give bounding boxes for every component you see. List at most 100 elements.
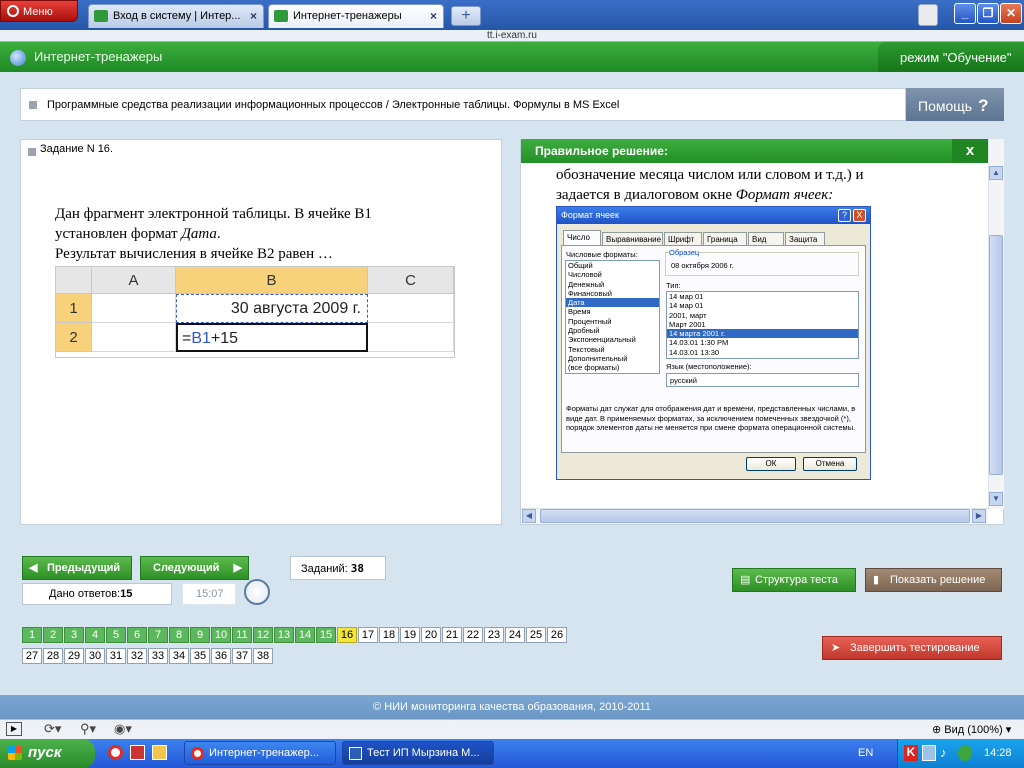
help-button[interactable]: Помощь? xyxy=(906,88,1004,121)
task-number-11[interactable]: 11 xyxy=(232,627,252,643)
cell-a2 xyxy=(92,323,176,352)
quicklaunch-clock-icon[interactable] xyxy=(152,745,167,760)
tab-login[interactable]: Вход в систему | Интер... × xyxy=(88,4,264,28)
test-structure-button[interactable]: ▤ Структура теста xyxy=(732,568,856,592)
task-number-25[interactable]: 25 xyxy=(526,627,546,643)
opera-menu-button[interactable]: Меню xyxy=(0,0,78,22)
task-number-9[interactable]: 9 xyxy=(190,627,210,643)
antivirus-icon[interactable]: K xyxy=(904,745,918,761)
type-item-selected: 14 марта 2001 г. xyxy=(667,329,858,339)
restore-button[interactable]: ❐ xyxy=(977,3,999,24)
tab-trainers[interactable]: Интернет-тренажеры × xyxy=(268,4,444,28)
dialog-cancel-button: Отмена xyxy=(803,457,857,471)
task-number-37[interactable]: 37 xyxy=(232,648,252,664)
scroll-down-arrow-icon[interactable]: ▼ xyxy=(989,492,1003,506)
taskbar-window-browser[interactable]: Интернет-тренажер... xyxy=(184,741,336,765)
task-number-17[interactable]: 17 xyxy=(358,627,378,643)
task-number-10[interactable]: 10 xyxy=(211,627,231,643)
dialog-close-icon: X xyxy=(853,209,866,222)
format-description: Форматы дат служат для отображения дат и… xyxy=(566,404,856,432)
task-number-15[interactable]: 15 xyxy=(316,627,336,643)
task-number-20[interactable]: 20 xyxy=(421,627,441,643)
task-number-18[interactable]: 18 xyxy=(379,627,399,643)
dialog-tab-number: Число xyxy=(563,230,601,246)
tab-close-icon[interactable]: × xyxy=(430,9,437,23)
dialog-tab-alignment: Выравнивание xyxy=(602,232,663,246)
scroll-left-arrow-icon[interactable]: ◀ xyxy=(522,509,536,523)
update-icon[interactable] xyxy=(958,745,972,761)
volume-icon[interactable]: ♪ xyxy=(940,745,954,761)
breadcrumb-text: Программные средства реализации информац… xyxy=(47,99,620,111)
task-number-38[interactable]: 38 xyxy=(253,648,273,664)
task-number-28[interactable]: 28 xyxy=(43,648,63,664)
trash-icon[interactable] xyxy=(918,4,938,26)
task-number-5[interactable]: 5 xyxy=(106,627,126,643)
globe-icon xyxy=(10,50,26,66)
task-number-33[interactable]: 33 xyxy=(148,648,168,664)
horizontal-scroll-thumb[interactable] xyxy=(540,509,970,523)
task-number-3[interactable]: 3 xyxy=(64,627,84,643)
sync-icon[interactable]: ⟳▾ xyxy=(44,721,61,737)
task-number-7[interactable]: 7 xyxy=(148,627,168,643)
task-number-1[interactable]: 1 xyxy=(22,627,42,643)
share-icon[interactable]: ⚲▾ xyxy=(80,721,96,737)
task-number-21[interactable]: 21 xyxy=(442,627,462,643)
address-bar[interactable]: tt.i-exam.ru xyxy=(0,30,1024,42)
next-button[interactable]: Следующий ▶ xyxy=(140,556,249,580)
language-indicator[interactable]: EN xyxy=(858,747,873,759)
task-number-8[interactable]: 8 xyxy=(169,627,189,643)
previous-button[interactable]: ◀ Предыдущий xyxy=(22,556,132,580)
minimize-button[interactable]: _ xyxy=(954,3,976,24)
site-favicon-icon xyxy=(94,10,108,22)
vertical-scroll-thumb[interactable] xyxy=(989,235,1003,475)
scroll-right-arrow-icon[interactable]: ▶ xyxy=(972,509,986,523)
tab-close-icon[interactable]: × xyxy=(250,9,257,23)
task-number-24[interactable]: 24 xyxy=(505,627,525,643)
task-number-14[interactable]: 14 xyxy=(295,627,315,643)
task-number-23[interactable]: 23 xyxy=(484,627,504,643)
task-number-27[interactable]: 27 xyxy=(22,648,42,664)
cell-b1: 30 августа 2009 г. xyxy=(176,294,368,323)
timer: 15:07 xyxy=(182,583,236,605)
taskbar-window-word[interactable]: Тест ИП Мырзина М... xyxy=(342,741,494,765)
task-number-36[interactable]: 36 xyxy=(211,648,231,664)
task-number-26[interactable]: 26 xyxy=(547,627,567,643)
task-number-31[interactable]: 31 xyxy=(106,648,126,664)
show-solution-button[interactable]: ▮ Показать решение xyxy=(865,568,1002,592)
site-favicon-icon xyxy=(274,10,288,22)
scroll-up-arrow-icon[interactable]: ▲ xyxy=(989,166,1003,180)
task-number-30[interactable]: 30 xyxy=(85,648,105,664)
network-icon[interactable] xyxy=(922,745,936,761)
opera-quicklaunch-icon[interactable] xyxy=(108,745,123,760)
type-list: 14 мар 01 14 мар 01 2001, март Март 2001… xyxy=(666,291,859,359)
solution-close-button[interactable]: x xyxy=(952,139,988,163)
row-header-1: 1 xyxy=(56,294,92,323)
spreadsheet-fragment: A B C 1 2 30 августа 2009 г. =B1+15 xyxy=(55,266,455,358)
zoom-control[interactable]: ⊕ Вид (100%) ▾ xyxy=(932,723,1011,736)
dialog-tab-border: Граница xyxy=(703,232,747,246)
finish-test-button[interactable]: ➤ Завершить тестирование xyxy=(822,636,1002,660)
task-number-34[interactable]: 34 xyxy=(169,648,189,664)
column-header-a: A xyxy=(92,267,176,294)
new-tab-button[interactable]: + xyxy=(451,6,481,26)
task-number-29[interactable]: 29 xyxy=(64,648,84,664)
panel-toggle-icon[interactable]: ▶ xyxy=(6,722,22,736)
task-number-35[interactable]: 35 xyxy=(190,648,210,664)
close-window-button[interactable]: ✕ xyxy=(1000,3,1022,24)
task-number-4[interactable]: 4 xyxy=(85,627,105,643)
locale-select: русский xyxy=(666,373,859,387)
row-header-2: 2 xyxy=(56,323,92,352)
task-number-6[interactable]: 6 xyxy=(127,627,147,643)
task-number-32[interactable]: 32 xyxy=(127,648,147,664)
start-button[interactable]: пуск xyxy=(0,739,95,768)
task-number-16[interactable]: 16 xyxy=(337,627,357,643)
task-number-19[interactable]: 19 xyxy=(400,627,420,643)
task-number-12[interactable]: 12 xyxy=(253,627,273,643)
task-number-2[interactable]: 2 xyxy=(43,627,63,643)
quicklaunch-app-icon[interactable] xyxy=(130,745,145,760)
task-number-13[interactable]: 13 xyxy=(274,627,294,643)
format-item: Дополнительный xyxy=(568,353,628,363)
task-number-22[interactable]: 22 xyxy=(463,627,483,643)
type-item: 14.03.01 13:30 xyxy=(669,347,720,357)
speed-dial-icon[interactable]: ◉▾ xyxy=(114,721,132,737)
